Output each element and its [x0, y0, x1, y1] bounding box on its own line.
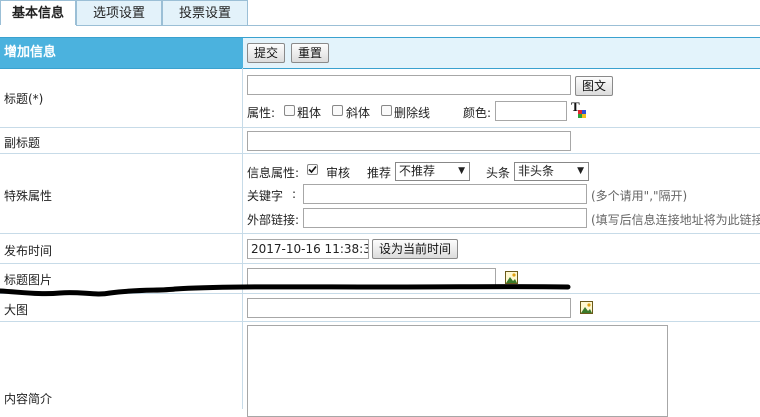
- tab-bar: 基本信息 选项设置 投票设置: [0, 0, 760, 26]
- image-picker-icon[interactable]: [580, 301, 593, 314]
- publish-time-input[interactable]: 2017-10-16 11:38:36: [247, 239, 369, 259]
- subtitle-label: 副标题: [4, 136, 41, 150]
- row-title-image: 标题图片: [0, 264, 760, 294]
- tab-basic-info[interactable]: 基本信息: [0, 0, 76, 25]
- dropdown-arrow-icon: ▼: [577, 166, 584, 176]
- bold-label: 粗体: [297, 106, 322, 120]
- external-link-label: 外部链接:: [247, 213, 300, 227]
- italic-label: 斜体: [346, 106, 371, 120]
- keywords-hint: (多个请用","隔开): [591, 189, 688, 203]
- large-image-label: 大图: [4, 303, 29, 317]
- large-image-input[interactable]: [247, 298, 571, 318]
- headline-value: 非头条: [518, 164, 555, 178]
- image-picker-icon[interactable]: [505, 271, 518, 284]
- strike-label: 删除线: [394, 106, 431, 120]
- dropdown-arrow-icon: ▼: [458, 166, 465, 176]
- special-label: 特殊属性: [4, 189, 53, 203]
- row-special: 特殊属性 信息属性: 审核 推荐 不推荐 ▼ 头条 非头条 ▼ 关键字 : (多…: [0, 154, 760, 234]
- title-input[interactable]: [247, 75, 571, 95]
- row-publish-time: 发布时间 2017-10-16 11:38:36 设为当前时间: [0, 234, 760, 264]
- row-large-image: 大图: [0, 294, 760, 322]
- external-link-hint: (填写后信息连接地址将为此链接: [591, 213, 760, 227]
- summary-label: 内容简介: [4, 392, 53, 406]
- row-summary: 内容简介: [0, 322, 760, 417]
- recommend-label: 推荐: [367, 166, 392, 180]
- set-current-time-button[interactable]: 设为当前时间: [372, 239, 459, 259]
- tab-options[interactable]: 选项设置: [76, 0, 162, 25]
- form-header: 增加信息 提交 重置: [0, 37, 760, 69]
- recommend-select[interactable]: 不推荐 ▼: [395, 162, 470, 181]
- title-label: 标题(*): [4, 92, 44, 106]
- keywords-label: 关键字: [247, 189, 284, 203]
- tab-underline: [76, 25, 760, 26]
- attr-label: 属性:: [247, 106, 276, 120]
- external-link-input[interactable]: [303, 208, 587, 228]
- color-input[interactable]: [495, 101, 567, 121]
- headline-select[interactable]: 非头条 ▼: [514, 162, 589, 181]
- subtitle-input[interactable]: [247, 131, 571, 151]
- tab-vote[interactable]: 投票设置: [162, 0, 248, 25]
- strike-checkbox[interactable]: [381, 105, 392, 116]
- row-subtitle: 副标题: [0, 128, 760, 154]
- form-title: 增加信息: [4, 45, 57, 60]
- color-picker-icon[interactable]: T: [571, 99, 587, 118]
- audit-checkbox[interactable]: [307, 164, 318, 175]
- header-actions: 提交 重置: [243, 38, 760, 68]
- submit-button[interactable]: 提交: [247, 43, 286, 63]
- title-image-label: 标题图片: [4, 273, 53, 287]
- headline-label: 头条: [486, 166, 511, 180]
- checkmark-icon: [308, 165, 317, 174]
- audit-label: 审核: [326, 166, 351, 180]
- color-label: 颜色:: [463, 106, 492, 120]
- keywords-input[interactable]: [303, 184, 587, 204]
- keywords-colon: :: [292, 187, 297, 201]
- italic-checkbox[interactable]: [332, 105, 343, 116]
- info-attr-label: 信息属性:: [247, 166, 300, 180]
- graphic-text-button[interactable]: 图文: [575, 76, 614, 96]
- recommend-value: 不推荐: [399, 164, 436, 178]
- bold-checkbox[interactable]: [284, 105, 295, 116]
- title-image-input[interactable]: [247, 268, 496, 288]
- row-title: 标题(*) 图文 属性: 粗体 斜体 删除线 颜色: T: [0, 68, 760, 128]
- publish-time-label: 发布时间: [4, 244, 53, 258]
- summary-textarea[interactable]: [247, 325, 668, 417]
- reset-button[interactable]: 重置: [291, 43, 330, 63]
